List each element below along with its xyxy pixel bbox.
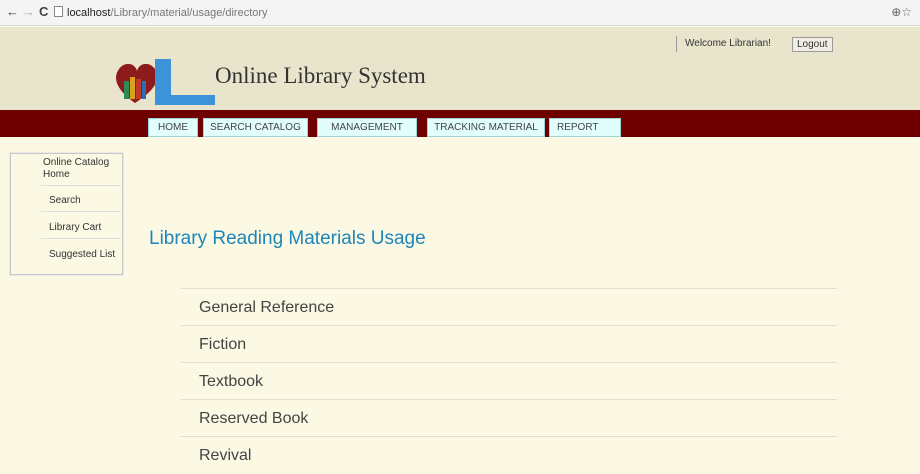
address-bar[interactable]: localhost/Library/material/usage/directo… xyxy=(54,4,834,22)
back-arrow-icon[interactable]: ← xyxy=(6,4,19,20)
side-divider xyxy=(41,211,121,212)
browser-toolbar: ← → C localhost/Library/material/usage/d… xyxy=(0,0,920,26)
page-icon xyxy=(54,6,63,17)
main-nav: HOME SEARCH CATALOG MANAGEMENT TRACKING … xyxy=(0,110,920,137)
directory-item-reserved-book[interactable]: Reserved Book xyxy=(181,399,837,436)
side-item-library-cart[interactable]: Library Cart xyxy=(49,222,160,233)
side-item-search[interactable]: Search xyxy=(49,195,160,206)
side-item-catalog-home[interactable]: Online Catalog Home xyxy=(43,157,121,181)
directory-item-revival[interactable]: Revival xyxy=(181,436,837,473)
usage-directory-list: General Reference Fiction Textbook Reser… xyxy=(181,288,837,473)
nav-home[interactable]: HOME xyxy=(148,118,198,137)
nav-tracking-material[interactable]: TRACKING MATERIAL xyxy=(427,118,545,137)
nav-management[interactable]: MANAGEMENT xyxy=(317,118,417,137)
nav-search-catalog[interactable]: SEARCH CATALOG xyxy=(203,118,308,137)
side-divider xyxy=(41,238,121,239)
url-host: localhost xyxy=(67,7,111,19)
side-divider xyxy=(41,185,121,186)
nav-report[interactable]: REPORT xyxy=(549,118,621,137)
directory-item-fiction[interactable]: Fiction xyxy=(181,325,837,362)
directory-item-general-reference[interactable]: General Reference xyxy=(181,288,837,325)
reload-icon[interactable]: C xyxy=(39,4,48,20)
directory-item-textbook[interactable]: Textbook xyxy=(181,362,837,399)
side-menu: Online Catalog Home Search Library Cart … xyxy=(10,153,123,275)
welcome-text: Welcome Librarian! xyxy=(676,36,771,52)
library-logo-icon xyxy=(116,59,215,105)
side-item-suggested-list[interactable]: Suggested List xyxy=(49,249,123,260)
site-title: Online Library System xyxy=(215,63,426,88)
url-path: /Library/material/usage/directory xyxy=(110,7,268,19)
site-header: Online Library System Welcome Librarian!… xyxy=(0,27,920,110)
forward-arrow-icon[interactable]: → xyxy=(22,4,35,20)
page-title: Library Reading Materials Usage xyxy=(149,228,426,249)
logout-button[interactable]: Logout xyxy=(792,37,833,52)
zoom-icon[interactable]: ⊕☆ xyxy=(891,5,912,19)
